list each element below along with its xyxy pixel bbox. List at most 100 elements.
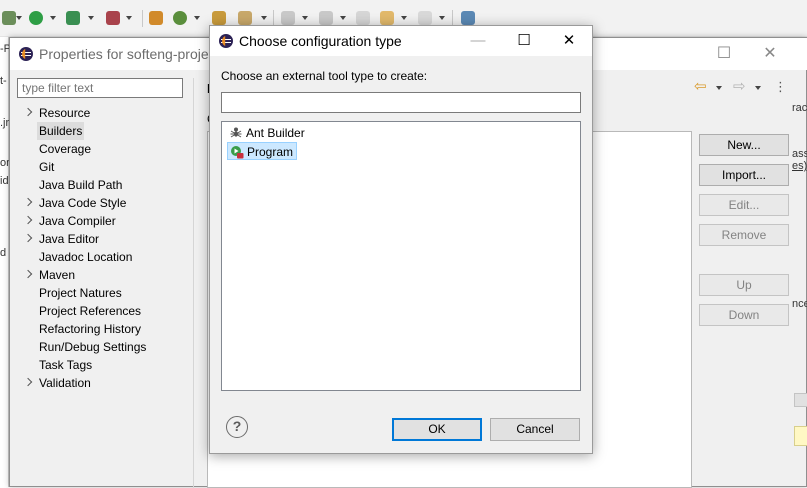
expand-arrow-icon[interactable] [23,215,33,225]
background-text: ora [0,157,9,169]
forward-arrow-icon[interactable]: ⇨ [733,79,746,95]
tree-item-resource[interactable]: Resource [23,104,92,122]
tree-item-label: Java Editor [39,232,100,246]
coverage-icon[interactable] [66,11,80,25]
search-icon[interactable] [238,11,252,25]
expand-arrow-icon[interactable] [23,107,33,117]
background-text: rac [792,102,807,114]
tree-item-validation[interactable]: Validation [23,374,93,392]
last-edit-location-icon[interactable] [356,11,370,25]
toolbar-separator [142,10,143,27]
tree-item-java-build-path[interactable]: Java Build Path [37,176,124,194]
external-tools-icon[interactable] [106,11,120,25]
background-control [794,426,807,446]
up-button[interactable]: Up [699,274,789,296]
help-icon[interactable]: ? [226,416,248,438]
back-icon[interactable] [380,11,394,25]
new-button[interactable]: New... [699,134,789,156]
pin-editor-icon[interactable] [461,11,475,25]
tree-item-label: Java Code Style [39,196,127,210]
tree-item-project-natures[interactable]: Project Natures [37,284,124,302]
configuration-type-list[interactable]: Ant Builder Program [221,121,581,391]
previous-annotation-dropdown-icon[interactable] [340,16,346,20]
background-text: d [0,247,7,259]
background-text: ide [0,175,9,187]
tree-item-label: Project Natures [39,286,122,300]
close-button[interactable]: ✕ [747,38,793,70]
tree-item-label: Coverage [39,142,92,156]
tree-item-java-code-style[interactable]: Java Code Style [23,194,128,212]
tree-item-run-debug-settings[interactable]: Run/Debug Settings [37,338,148,356]
forward-icon[interactable] [418,11,432,25]
tree-item-java-editor[interactable]: Java Editor [23,230,101,248]
external-tools-dropdown-icon[interactable] [126,16,132,20]
tree-item-label: Git [39,160,55,174]
ant-icon [230,127,242,138]
coverage-dropdown-icon[interactable] [88,16,94,20]
background-text: ass [792,148,807,160]
run-icon[interactable] [29,11,43,25]
back-arrow-icon[interactable]: ⇦ [694,79,707,95]
tree-item-label: Task Tags [39,358,93,372]
back-dropdown-icon[interactable] [401,16,407,20]
eclipse-logo-icon [19,47,33,61]
dialog-titlebar[interactable]: Choose configuration type — ☐ ✕ [210,26,592,56]
tree-item-project-references[interactable]: Project References [37,302,143,320]
view-menu-icon[interactable]: ⋮ [774,79,787,95]
close-button[interactable]: ✕ [546,26,592,56]
tree-item-maven[interactable]: Maven [23,266,77,284]
background-text: .jr [0,117,9,129]
edit-button[interactable]: Edit... [699,194,789,216]
choose-configuration-type-dialog: Choose configuration type — ☐ ✕ Choose a… [209,25,593,454]
tree-item-refactoring-history[interactable]: Refactoring History [37,320,143,338]
expand-arrow-icon[interactable] [23,197,33,207]
list-item-ant-builder[interactable]: Ant Builder [227,124,308,142]
search-dropdown-icon[interactable] [261,16,267,20]
forward-dropdown-icon[interactable] [439,16,445,20]
expand-arrow-icon[interactable] [23,269,33,279]
filter-input[interactable] [17,78,183,98]
next-annotation-icon[interactable] [281,11,295,25]
type-filter-input[interactable] [221,92,581,113]
expand-arrow-icon[interactable] [23,233,33,243]
list-item-program[interactable]: Program [227,142,298,160]
background-text: -Pl [0,43,9,55]
panel-splitter[interactable] [193,78,194,488]
tree-item-label: Java Build Path [39,178,123,192]
tree-item-label: Resource [39,106,91,120]
next-annotation-dropdown-icon[interactable] [302,16,308,20]
debug-dropdown-icon[interactable] [16,16,22,20]
run-dropdown-icon[interactable] [50,16,56,20]
cancel-button[interactable]: Cancel [490,418,580,441]
tree-item-builders[interactable]: Builders [37,122,85,140]
back-history-dropdown-icon[interactable] [716,86,722,90]
maximize-button[interactable]: ☐ [501,26,547,56]
tree-item-java-compiler[interactable]: Java Compiler [23,212,118,230]
background-text: nce [792,298,807,310]
type-label: Ant Builder [246,126,305,140]
remove-button[interactable]: Remove [699,224,789,246]
open-type-icon[interactable] [212,11,226,25]
ok-button[interactable]: OK [392,418,482,441]
tree-item-label: Project References [39,304,142,318]
background-text: t- [0,75,7,87]
import-button[interactable]: Import... [699,164,789,186]
down-button[interactable]: Down [699,304,789,326]
tree-item-label: Java Compiler [39,214,116,228]
debug-icon[interactable] [2,11,16,25]
type-label: Program [247,145,294,159]
tree-item-javadoc-location[interactable]: Javadoc Location [37,248,134,266]
forward-history-dropdown-icon[interactable] [755,86,761,90]
new-class-icon[interactable] [173,11,187,25]
new-java-package-icon[interactable] [149,11,163,25]
background-control [794,393,807,407]
expand-arrow-icon[interactable] [23,377,33,387]
tree-item-git[interactable]: Git [37,158,56,176]
minimize-button[interactable]: — [455,26,501,56]
new-class-dropdown-icon[interactable] [194,16,200,20]
tree-item-label: Validation [39,376,91,390]
maximize-button[interactable]: ☐ [701,38,747,70]
tree-item-coverage[interactable]: Coverage [37,140,93,158]
previous-annotation-icon[interactable] [319,11,333,25]
tree-item-task-tags[interactable]: Task Tags [37,356,94,374]
